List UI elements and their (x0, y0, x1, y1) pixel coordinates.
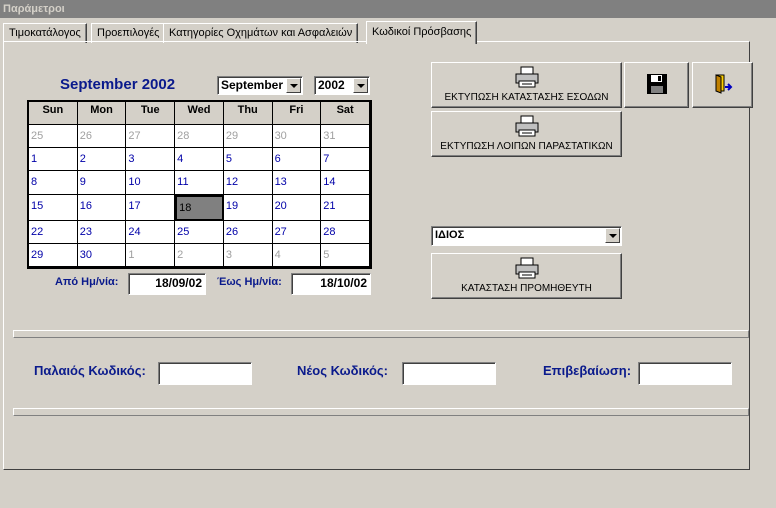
calendar-day[interactable]: 21 (321, 194, 370, 221)
from-date-field[interactable]: 18/09/02 (128, 273, 206, 295)
tab-defaults[interactable]: Προεπιλογές (91, 23, 166, 43)
day-header: Fri (272, 102, 322, 126)
month-select-value: September (221, 78, 284, 92)
floppy-disk-icon (646, 74, 667, 94)
save-button[interactable] (624, 62, 689, 108)
calendar-day[interactable]: 15 (29, 194, 78, 221)
from-date-label: Από Ημ/νία: (55, 276, 119, 288)
calendar-day[interactable]: 26 (77, 125, 127, 149)
year-select-value: 2002 (318, 78, 345, 92)
exit-door-icon (715, 74, 732, 94)
print-other-documents-button[interactable]: ΕΚΤΥΠΩΣΗ ΛΟΙΠΩΝ ΠΑΡΑΣΤΑΤΙΚΩΝ (431, 111, 622, 157)
calendar-day[interactable]: 22 (29, 220, 78, 244)
calendar-day[interactable]: 2 (175, 243, 224, 267)
calendar-day[interactable]: 3 (223, 243, 273, 267)
calendar-day[interactable]: 17 (126, 194, 176, 221)
calendar-title: September 2002 (60, 76, 176, 93)
calendar-day[interactable]: 28 (321, 220, 370, 244)
calendar-day[interactable]: 1 (29, 148, 78, 172)
supplier-select[interactable]: ΙΔΙΟΣ (431, 226, 622, 246)
calendar-day[interactable]: 16 (77, 194, 127, 221)
tab-vehicle-categories[interactable]: Κατηγορίες Οχημάτων και Ασφαλειών (163, 23, 359, 43)
printer-icon (515, 66, 538, 88)
day-header: Tue (126, 102, 176, 126)
calendar-day[interactable]: 25 (175, 220, 224, 244)
calendar-day[interactable]: 5 (321, 243, 370, 267)
calendar-day[interactable]: 31 (321, 125, 370, 149)
chevron-down-icon[interactable] (605, 228, 620, 243)
calendar-day[interactable]: 3 (126, 148, 176, 172)
calendar-day[interactable]: 2 (77, 148, 127, 172)
day-header: Mon (77, 102, 127, 126)
calendar-day[interactable]: 20 (272, 194, 322, 221)
window-title: Παράμετροι (0, 0, 776, 18)
tab-passwords[interactable]: Κωδικοί Πρόσβασης (366, 21, 478, 44)
year-select[interactable]: 2002 (314, 76, 370, 95)
confirm-password-label: Επιβεβαίωση: (543, 363, 632, 378)
calendar-day[interactable]: 18 (175, 194, 224, 221)
supplier-report-button[interactable]: ΚΑΤΑΣΤΑΣΗ ΠΡΟΜΗΘΕΥΤΗ (431, 253, 622, 299)
calendar-day[interactable]: 1 (126, 243, 176, 267)
print-income-label: ΕΚΤΥΠΩΣΗ ΚΑΤΑΣΤΑΣΗΣ ΕΣΟΔΩΝ (444, 92, 609, 103)
calendar-day[interactable]: 13 (272, 171, 322, 195)
calendar: Sun Mon Tue Wed Thu Fri Sat 25 26 27 28 29 30 31 1 2 3 4 5… (27, 100, 372, 269)
day-header: Sat (321, 102, 370, 126)
calendar-grid: Sun Mon Tue Wed Thu Fri Sat 25 26 27 28 29 30 31 1 2 3 4 5… (29, 102, 370, 267)
calendar-day[interactable]: 7 (321, 148, 370, 172)
confirm-password-field[interactable] (638, 362, 732, 385)
to-date-field[interactable]: 18/10/02 (291, 273, 371, 295)
calendar-day[interactable]: 27 (126, 125, 176, 149)
calendar-day[interactable]: 24 (126, 220, 176, 244)
print-income-report-button[interactable]: ΕΚΤΥΠΩΣΗ ΚΑΤΑΣΤΑΣΗΣ ΕΣΟΔΩΝ (431, 62, 622, 108)
separator (13, 408, 749, 416)
month-select[interactable]: September (217, 76, 303, 95)
old-password-label: Παλαιός Κωδικός: (34, 363, 146, 378)
supplier-report-label: ΚΑΤΑΣΤΑΣΗ ΠΡΟΜΗΘΕΥΤΗ (461, 283, 592, 294)
calendar-day[interactable]: 26 (223, 220, 273, 244)
day-header: Sun (29, 102, 78, 126)
chevron-down-icon[interactable] (353, 78, 368, 93)
calendar-day[interactable]: 11 (175, 171, 224, 195)
calendar-day[interactable]: 29 (223, 125, 273, 149)
new-password-field[interactable] (402, 362, 496, 385)
calendar-day[interactable]: 28 (175, 125, 224, 149)
calendar-day[interactable]: 8 (29, 171, 78, 195)
supplier-select-value: ΙΔΙΟΣ (435, 229, 465, 241)
calendar-day[interactable]: 25 (29, 125, 78, 149)
to-date-label: Έως Ημ/νία: (217, 276, 282, 288)
calendar-day[interactable]: 27 (272, 220, 322, 244)
chevron-down-icon[interactable] (286, 78, 301, 93)
calendar-day[interactable]: 4 (272, 243, 322, 267)
tab-price-list[interactable]: Τιμοκατάλογος (3, 23, 87, 43)
separator (13, 330, 749, 338)
calendar-day[interactable]: 14 (321, 171, 370, 195)
calendar-day[interactable]: 12 (223, 171, 273, 195)
calendar-day[interactable]: 19 (223, 194, 273, 221)
calendar-day[interactable]: 5 (223, 148, 273, 172)
printer-icon (515, 115, 538, 137)
calendar-day[interactable]: 29 (29, 243, 78, 267)
calendar-day[interactable]: 4 (175, 148, 224, 172)
exit-button[interactable] (692, 62, 753, 108)
calendar-day[interactable]: 30 (272, 125, 322, 149)
calendar-day[interactable]: 23 (77, 220, 127, 244)
print-other-label: ΕΚΤΥΠΩΣΗ ΛΟΙΠΩΝ ΠΑΡΑΣΤΑΤΙΚΩΝ (440, 141, 613, 152)
calendar-day[interactable]: 9 (77, 171, 127, 195)
day-header: Thu (223, 102, 273, 126)
calendar-day[interactable]: 30 (77, 243, 127, 267)
printer-icon (515, 257, 538, 279)
day-header: Wed (175, 102, 224, 126)
new-password-label: Νέος Κωδικός: (297, 363, 388, 378)
calendar-day[interactable]: 6 (272, 148, 322, 172)
calendar-day[interactable]: 10 (126, 171, 176, 195)
old-password-field[interactable] (158, 362, 252, 385)
